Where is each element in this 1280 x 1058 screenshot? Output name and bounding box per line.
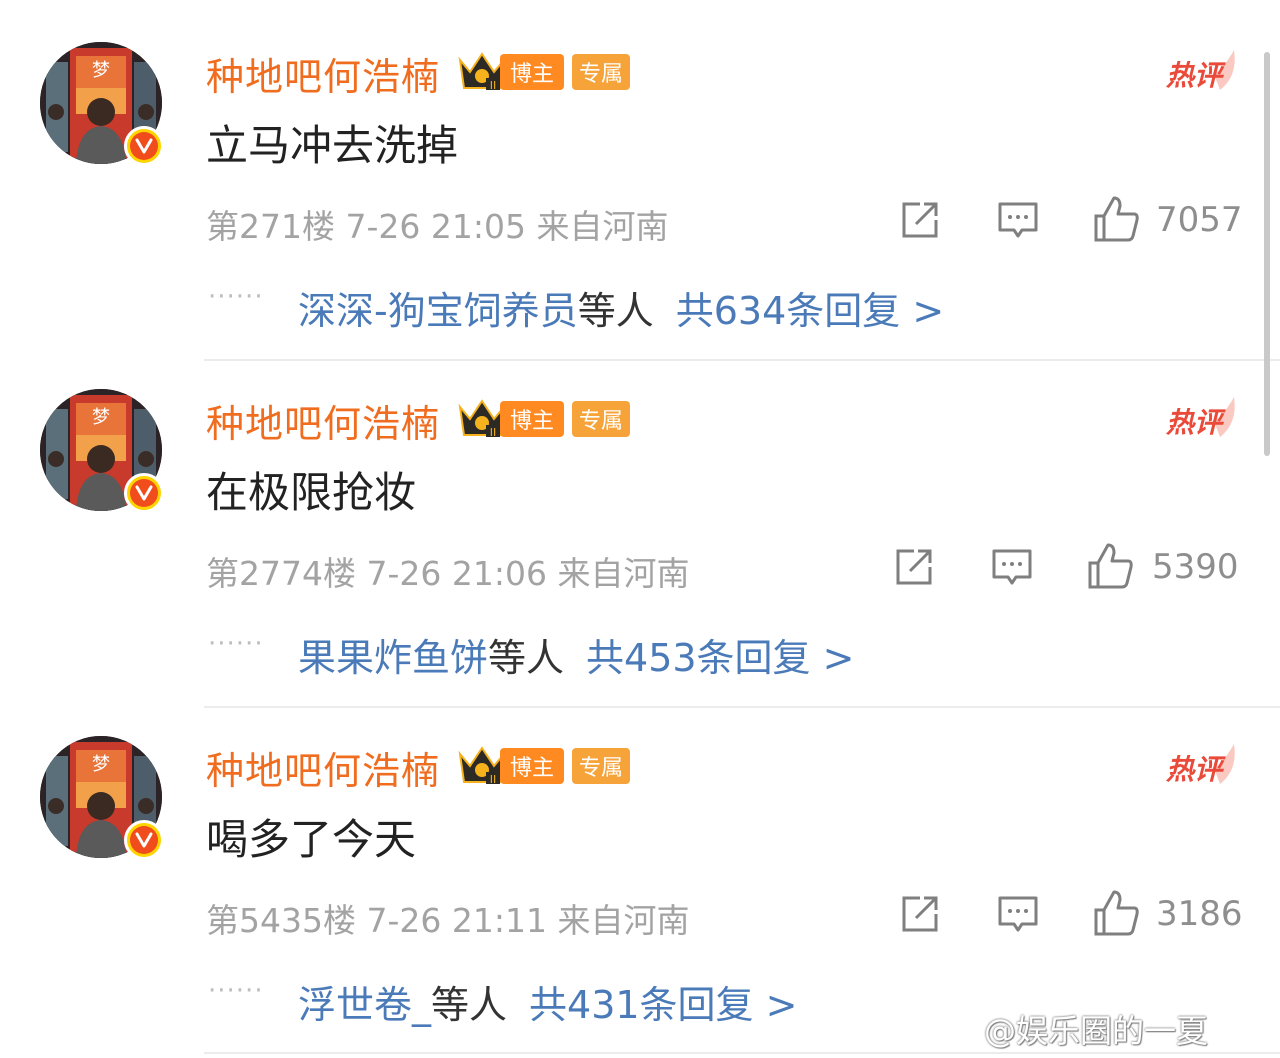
divider — [204, 1052, 1280, 1054]
exclusive-badge: 专属 — [572, 748, 630, 784]
reply-user[interactable]: 深深-狗宝饲养员 — [298, 289, 578, 333]
svg-text:II: II — [490, 426, 497, 439]
comment-text: 喝多了今天 — [206, 815, 417, 864]
reply-etc: 等人 — [577, 289, 654, 333]
username[interactable]: 种地吧何浩楠 — [206, 740, 440, 795]
replies-link[interactable]: 果果炸鱼饼等人 共453条回复 > — [298, 627, 854, 682]
replies-link[interactable]: 浮世卷_等人 共431条回复 > — [298, 974, 797, 1029]
reply-etc: 等人 — [431, 983, 508, 1027]
reply-etc: 等人 — [488, 636, 565, 680]
like-icon[interactable] — [1092, 194, 1142, 248]
comment-item: 梦 种地吧何浩楠 II 博主 专属 热评 在极限抢妆 第2774楼 7-26 2… — [0, 347, 1280, 708]
comment-meta: 第5435楼 7-26 21:11 来自河南 — [206, 901, 690, 940]
svg-text:梦: 梦 — [92, 60, 110, 81]
watermark-text: @娱乐圈的一夏 — [984, 1012, 1209, 1050]
hot-comment-badge: 热评 — [1164, 397, 1240, 441]
comment-meta: 第271楼 7-26 21:05 来自河南 — [206, 207, 669, 246]
blogger-badge: 博主 — [500, 401, 564, 437]
scrollbar[interactable] — [1264, 52, 1270, 456]
comment-icon[interactable] — [996, 892, 1040, 940]
like-icon[interactable] — [1086, 541, 1136, 595]
hot-label: 热评 — [1166, 59, 1223, 92]
like-count: 7057 — [1156, 200, 1243, 240]
comment-text: 立马冲去洗掉 — [206, 121, 459, 170]
blogger-badge: 博主 — [500, 748, 564, 784]
hot-label: 热评 — [1166, 406, 1223, 439]
comment-icon[interactable] — [996, 198, 1040, 246]
replies-link[interactable]: 深深-狗宝饲养员等人 共634条回复 > — [298, 280, 944, 335]
comment-text: 在极限抢妆 — [206, 468, 417, 517]
verified-icon — [124, 820, 164, 860]
verified-icon — [124, 126, 164, 166]
comment-item: 梦 种地吧何浩楠 II 博主 专属 热评 喝多了今天 第5435楼 7-26 2… — [0, 694, 1280, 1054]
exclusive-badge: 专属 — [572, 401, 630, 437]
share-icon[interactable] — [898, 198, 942, 246]
comment-icon[interactable] — [990, 545, 1034, 593]
hot-comment-badge: 热评 — [1164, 50, 1240, 94]
reply-dots: ······ — [208, 976, 264, 1006]
reply-dots: ······ — [208, 282, 264, 312]
share-icon[interactable] — [898, 892, 942, 940]
reply-total[interactable]: 共634条回复 > — [676, 289, 944, 333]
comment-meta: 第2774楼 7-26 21:06 来自河南 — [206, 554, 690, 593]
exclusive-badge: 专属 — [572, 54, 630, 90]
reply-user[interactable]: 浮世卷_ — [298, 983, 431, 1027]
watermark: @娱乐圈的一夏 — [984, 1006, 1208, 1052]
reply-dots: ······ — [208, 629, 264, 659]
reply-total[interactable]: 共453条回复 > — [586, 636, 854, 680]
verified-icon — [124, 473, 164, 513]
reply-user[interactable]: 果果炸鱼饼 — [298, 636, 488, 680]
username[interactable]: 种地吧何浩楠 — [206, 46, 440, 101]
hot-comment-badge: 热评 — [1164, 744, 1240, 788]
blogger-badge: 博主 — [500, 54, 564, 90]
reply-total[interactable]: 共431条回复 > — [529, 983, 797, 1027]
svg-text:II: II — [490, 79, 497, 92]
like-count: 5390 — [1152, 547, 1239, 587]
hot-label: 热评 — [1166, 753, 1223, 786]
comment-item: 梦 种地吧何浩楠 II 博主 专属 热评 立马冲去洗掉 第271楼 7-26 2… — [0, 0, 1280, 361]
like-icon[interactable] — [1092, 888, 1142, 942]
like-count: 3186 — [1156, 894, 1243, 934]
svg-text:梦: 梦 — [92, 407, 110, 428]
svg-text:II: II — [490, 773, 497, 786]
username[interactable]: 种地吧何浩楠 — [206, 393, 440, 448]
svg-text:梦: 梦 — [92, 754, 110, 775]
share-icon[interactable] — [892, 545, 936, 593]
